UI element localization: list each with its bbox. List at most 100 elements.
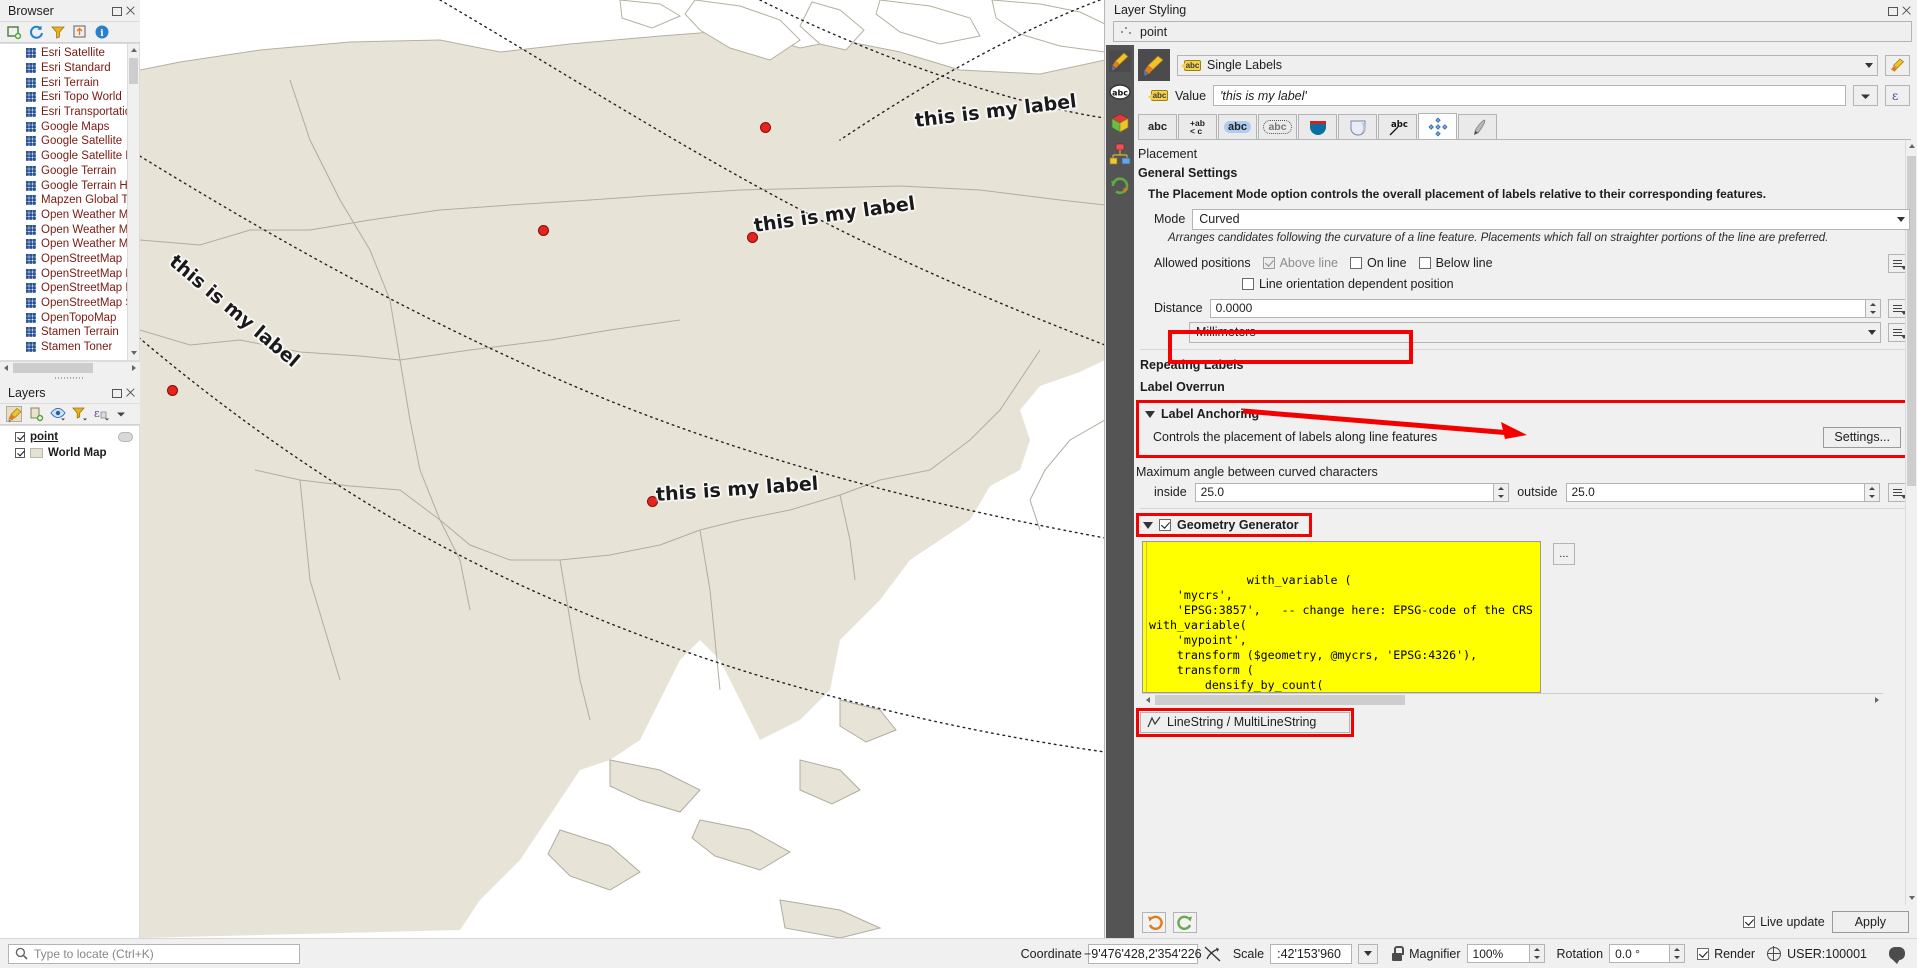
mode-combo[interactable]: Curved <box>1192 208 1910 230</box>
browser-item[interactable]: Open Weather Ma <box>0 222 139 237</box>
code-hscroll-right-arrow[interactable] <box>1870 694 1883 706</box>
layer-row[interactable]: World Map <box>0 445 139 461</box>
layers-undock-button[interactable] <box>111 387 122 398</box>
browser-hscroll-right-arrow[interactable] <box>127 362 140 374</box>
layer-row[interactable]: point <box>0 429 139 445</box>
browser-item[interactable]: Esri Transportation <box>0 105 139 120</box>
render-checkbox[interactable] <box>1697 947 1710 960</box>
collapse-all-icon[interactable] <box>72 24 88 40</box>
browser-item[interactable]: OpenTopoMap <box>0 310 139 325</box>
locator-search-input[interactable]: Type to locate (Ctrl+K) <box>8 943 300 964</box>
vtab-labels-abc-icon[interactable]: abc <box>1109 81 1131 103</box>
code-editor-hscroll[interactable] <box>1142 692 1883 706</box>
browser-item[interactable]: Google Satellite Hy <box>0 149 139 164</box>
geometry-generator-expression-button[interactable]: ... <box>1552 542 1575 565</box>
browser-tree[interactable]: Esri Satellite Esri Standard Esri Terrain E… <box>0 43 140 361</box>
placement-scroll-down-arrow[interactable] <box>1906 892 1917 905</box>
geometry-type-combo[interactable]: LineString / MultiLineString <box>1140 711 1350 733</box>
browser-item[interactable]: Esri Satellite <box>0 46 139 61</box>
browser-item[interactable]: Esri Topo World <box>0 90 139 105</box>
distance-spinbox[interactable]: 0.0000 <box>1209 298 1881 318</box>
map-canvas[interactable]: this is my label this is my label this is … <box>140 0 1105 938</box>
browser-item[interactable]: Google Satellite <box>0 134 139 149</box>
outside-value[interactable]: 25.0 <box>1565 482 1866 502</box>
browser-close-button[interactable] <box>125 5 136 16</box>
placement-scroll-thumb[interactable] <box>1907 156 1916 486</box>
messages-group[interactable] <box>1889 947 1905 964</box>
map-point-marker[interactable] <box>167 385 178 396</box>
distance-unit-combo[interactable]: Millimeters <box>1189 321 1881 343</box>
browser-hscroll-left-arrow[interactable] <box>0 362 13 374</box>
tab-formatting-tab[interactable]: +ab < c <box>1178 114 1217 139</box>
more-options-icon[interactable] <box>116 406 126 422</box>
browser-scroll-up-arrow[interactable] <box>128 44 139 57</box>
distance-stepper[interactable] <box>1866 298 1881 318</box>
tab-background-tab[interactable] <box>1298 114 1337 139</box>
geometry-generator-toggle[interactable] <box>1159 518 1171 531</box>
coordinate-field[interactable]: −9'476'428,2'354'226 <box>1084 943 1202 964</box>
refresh-icon[interactable] <box>28 24 44 40</box>
rotation-spinbox[interactable]: 0.0 ° <box>1609 944 1686 963</box>
placement-settings-scrollarea[interactable]: Placement General Settings The Placement… <box>1134 140 1917 905</box>
browser-scroll-down-arrow[interactable] <box>128 347 139 360</box>
repeating-labels-section[interactable]: Repeating Labels <box>1134 354 1917 376</box>
value-dropdown-button[interactable] <box>1853 85 1878 106</box>
tab-mask-tab[interactable]: abc <box>1258 114 1297 139</box>
outside-spinbox[interactable]: 25.0 <box>1565 482 1881 502</box>
inside-spinbox[interactable]: 25.0 <box>1194 482 1510 502</box>
above-line-checkbox[interactable] <box>1262 257 1275 270</box>
tab-text-tab[interactable]: abc <box>1138 114 1177 139</box>
browser-item[interactable]: Open Weather Ma <box>0 208 139 223</box>
distance-value[interactable]: 0.0000 <box>1209 298 1866 318</box>
geometry-generator-code-editor[interactable]: with_variable ( 'mycrs', 'EPSG:3857', --… <box>1142 540 1541 693</box>
line-orientation-dependent-position[interactable]: Line orientation dependent position <box>1242 277 1454 291</box>
layers-tree[interactable]: point World Map <box>0 425 140 938</box>
inside-stepper[interactable] <box>1494 482 1510 502</box>
rotation-stepper[interactable] <box>1670 944 1686 963</box>
browser-item[interactable]: Mapzen Global Ter <box>0 193 139 208</box>
messages-icon[interactable] <box>1889 947 1905 964</box>
expression-filter-icon[interactable]: ε <box>94 406 110 422</box>
crs-group[interactable]: USER:100001 <box>1766 946 1867 961</box>
allowed-position-on-line[interactable]: On line <box>1349 256 1407 270</box>
allowed-position-below-line[interactable]: Below line <box>1418 256 1493 270</box>
layer-edit-badge[interactable] <box>118 432 133 442</box>
map-point-marker[interactable] <box>760 122 771 133</box>
layer-styling-close-button[interactable] <box>1901 5 1912 16</box>
code-hscroll-left-arrow[interactable] <box>1142 694 1155 706</box>
tab-rendering-tab[interactable] <box>1458 114 1497 139</box>
below-line-checkbox[interactable] <box>1418 257 1431 270</box>
add-group-icon[interactable] <box>28 406 44 422</box>
geometry-generator-collapse-icon[interactable] <box>1143 522 1153 530</box>
vtab-masks-icon[interactable] <box>1109 143 1131 165</box>
browser-vertical-scrollbar[interactable] <box>127 44 139 360</box>
label-mode-combo[interactable]: abc Single Labels <box>1177 54 1878 76</box>
browser-item[interactable]: OpenStreetMap St <box>0 296 139 311</box>
magnifier-spinbox[interactable]: 100% <box>1466 944 1545 963</box>
label-anchoring-collapse-icon[interactable] <box>1145 411 1155 419</box>
tab-shadow-tab[interactable] <box>1338 114 1377 139</box>
browser-item[interactable]: Stamen Toner <box>0 340 139 355</box>
scale-field[interactable]: :42'153'960 <box>1270 943 1353 964</box>
filter-icon[interactable] <box>50 24 66 40</box>
browser-item[interactable]: Open Weather Ma <box>0 237 139 252</box>
value-expression-button[interactable]: ε <box>1885 85 1910 106</box>
browser-item[interactable]: Google Terrain <box>0 164 139 179</box>
browser-hscroll-thumb[interactable] <box>13 363 93 373</box>
layer-visibility-checkbox[interactable] <box>15 432 25 442</box>
label-anchoring-section[interactable]: Label Anchoring <box>1139 403 1908 425</box>
browser-item[interactable]: Google Maps <box>0 119 139 134</box>
layers-close-button[interactable] <box>125 387 136 398</box>
browser-item[interactable]: OpenStreetMap H <box>0 266 139 281</box>
open-layer-styling-icon[interactable] <box>6 406 22 423</box>
style-manager-button[interactable] <box>1885 54 1910 76</box>
filter-legend-icon[interactable] <box>72 406 88 422</box>
tab-placement-tab[interactable] <box>1418 113 1457 139</box>
scale-dropdown-button[interactable] <box>1358 943 1379 964</box>
inside-value[interactable]: 25.0 <box>1194 482 1495 502</box>
tab-buffer-tab[interactable]: abc <box>1218 114 1257 139</box>
info-icon[interactable]: i <box>94 24 110 40</box>
render-toggle[interactable]: Render <box>1697 947 1755 961</box>
apply-button[interactable]: Apply <box>1831 911 1909 933</box>
on-line-checkbox[interactable] <box>1349 257 1362 270</box>
